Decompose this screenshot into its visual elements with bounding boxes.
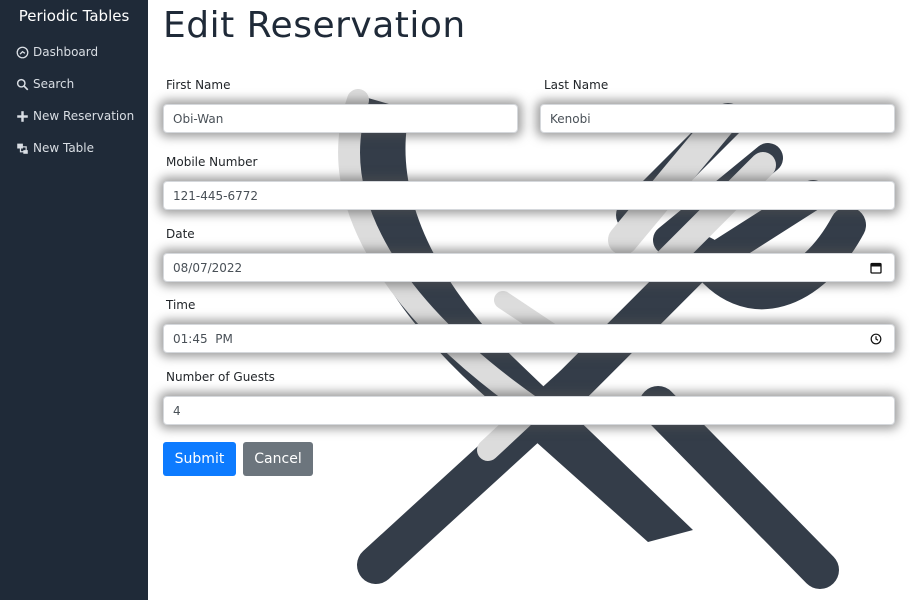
last-name-field[interactable]: Kenobi bbox=[540, 104, 895, 133]
sidebar-item-label: Search bbox=[33, 77, 75, 91]
mobile-number-label: Mobile Number bbox=[166, 155, 258, 169]
plus-icon bbox=[17, 110, 28, 122]
sidebar-item-new-reservation[interactable]: New Reservation bbox=[0, 100, 148, 132]
last-name-label: Last Name bbox=[544, 78, 609, 92]
sidebar-nav: Dashboard Search New Reservation New Tab… bbox=[0, 36, 148, 164]
sidebar-item-label: Dashboard bbox=[33, 45, 99, 59]
submit-button[interactable]: Submit bbox=[163, 442, 236, 476]
brand-title[interactable]: Periodic Tables bbox=[0, 0, 148, 33]
form-container: Edit Reservation First Name Obi-Wan Last… bbox=[148, 0, 910, 600]
first-name-label: First Name bbox=[166, 78, 231, 92]
sidebar-item-label: New Reservation bbox=[33, 109, 135, 123]
page-title: Edit Reservation bbox=[163, 5, 466, 46]
date-label: Date bbox=[166, 227, 195, 241]
search-icon bbox=[16, 78, 29, 90]
sidebar-item-new-table[interactable]: New Table bbox=[0, 132, 148, 164]
time-value: 01:45 PM bbox=[173, 331, 233, 346]
date-field[interactable]: 08/07/2022 bbox=[163, 253, 895, 282]
guests-value: 4 bbox=[173, 403, 181, 418]
time-label: Time bbox=[166, 298, 196, 312]
mobile-number-value: 121-445-6772 bbox=[173, 188, 259, 203]
guests-field[interactable]: 4 bbox=[163, 396, 895, 425]
sidebar: Periodic Tables Dashboard Search New Res… bbox=[0, 0, 148, 600]
clock-icon[interactable] bbox=[870, 333, 882, 345]
guests-label: Number of Guests bbox=[166, 370, 275, 384]
date-value: 08/07/2022 bbox=[173, 260, 243, 275]
sidebar-item-dashboard[interactable]: Dashboard bbox=[0, 36, 148, 68]
dashboard-icon bbox=[16, 46, 29, 58]
calendar-icon[interactable] bbox=[870, 262, 882, 274]
cancel-button[interactable]: Cancel bbox=[243, 442, 313, 476]
first-name-value: Obi-Wan bbox=[173, 111, 224, 126]
main-content: Edit Reservation First Name Obi-Wan Last… bbox=[148, 0, 910, 600]
sidebar-item-search[interactable]: Search bbox=[0, 68, 148, 100]
layers-icon bbox=[17, 143, 28, 154]
mobile-number-field[interactable]: 121-445-6772 bbox=[163, 181, 895, 210]
sidebar-item-label: New Table bbox=[33, 141, 95, 155]
time-field[interactable]: 01:45 PM bbox=[163, 324, 895, 353]
first-name-field[interactable]: Obi-Wan bbox=[163, 104, 518, 133]
last-name-value: Kenobi bbox=[550, 111, 591, 126]
